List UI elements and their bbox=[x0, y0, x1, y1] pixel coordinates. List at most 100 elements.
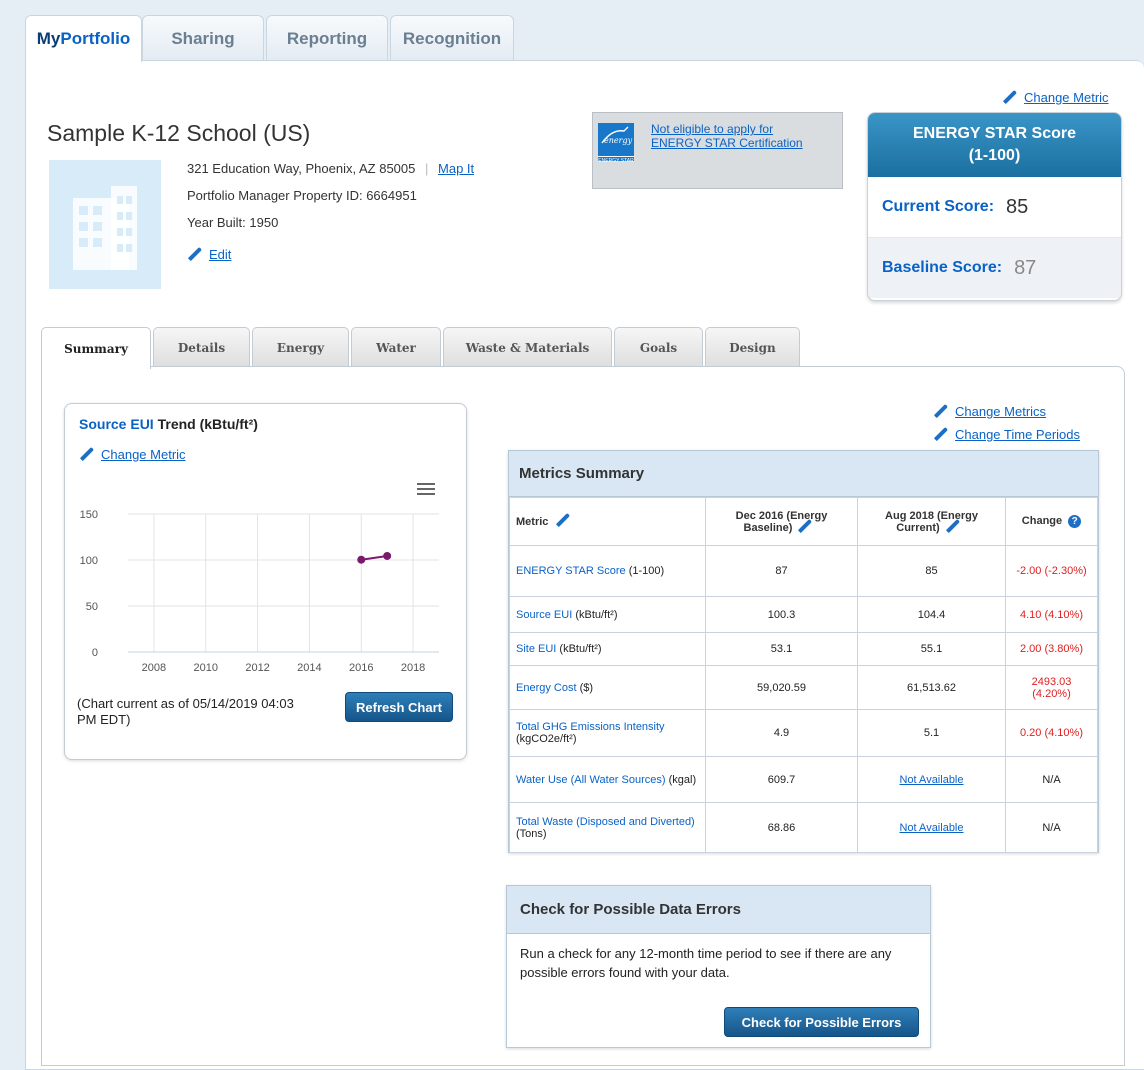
tab-details[interactable]: Details bbox=[153, 327, 250, 367]
pencil-icon bbox=[79, 446, 95, 461]
current-value: 5.1 bbox=[857, 709, 1006, 757]
source-eui-chart-card: Source EUI Trend (kBtu/ft²) Change Metri… bbox=[64, 403, 467, 760]
change-metric-link-top[interactable]: Change Metric bbox=[1002, 89, 1109, 105]
chart-menu-icon[interactable] bbox=[417, 480, 435, 498]
change-value: N/A bbox=[1005, 756, 1098, 803]
year-built: Year Built: 1950 bbox=[187, 215, 279, 230]
tab-energy[interactable]: Energy bbox=[252, 327, 349, 367]
chart-change-metric-text[interactable]: Change Metric bbox=[101, 447, 186, 462]
metric-link[interactable]: Site EUI bbox=[516, 643, 556, 655]
chart-change-metric-link[interactable]: Change Metric bbox=[79, 446, 186, 462]
pencil-icon bbox=[933, 426, 949, 441]
data-point bbox=[383, 551, 392, 560]
score-title-line2: (1-100) bbox=[968, 147, 1021, 164]
change-time-periods-text[interactable]: Change Time Periods bbox=[955, 427, 1080, 442]
change-metrics-link[interactable]: Change Metrics bbox=[933, 403, 1046, 419]
score-box-header: ENERGY STAR Score (1-100) bbox=[868, 113, 1121, 177]
current-score-value: 85 bbox=[1006, 195, 1029, 218]
table-row: Water Use (All Water Sources) (kgal) 609… bbox=[509, 756, 1098, 803]
x-tick-label: 2014 bbox=[297, 662, 321, 674]
baseline-value: 4.9 bbox=[705, 709, 858, 757]
not-available-link[interactable]: Not Available bbox=[899, 822, 963, 834]
tab-details-label: Details bbox=[177, 340, 226, 355]
current-value: 61,513.62 bbox=[857, 665, 1006, 710]
metric-cell: Energy Cost ($) bbox=[509, 665, 706, 710]
baseline-value: 609.7 bbox=[705, 756, 858, 803]
tab-sharing[interactable]: Sharing bbox=[142, 15, 264, 61]
chart-title-link[interactable]: Source EUI bbox=[79, 416, 154, 432]
change-metric-text[interactable]: Change Metric bbox=[1024, 90, 1109, 105]
tab-myportfolio[interactable]: My Portfolio bbox=[25, 15, 142, 62]
edit-text[interactable]: Edit bbox=[209, 247, 231, 262]
baseline-value: 68.86 bbox=[705, 802, 858, 853]
metric-link[interactable]: Total Waste (Disposed and Diverted) bbox=[516, 816, 695, 828]
metric-cell: ENERGY STAR Score (1-100) bbox=[509, 545, 706, 597]
change-metrics-text[interactable]: Change Metrics bbox=[955, 404, 1046, 419]
refresh-chart-button[interactable]: Refresh Chart bbox=[345, 692, 453, 722]
change-column-header: Change ? bbox=[1005, 497, 1098, 546]
metric-link[interactable]: Source EUI bbox=[516, 609, 572, 621]
baseline-value: 87 bbox=[705, 545, 858, 597]
metric-unit: (kgal) bbox=[668, 773, 697, 786]
tab-summary[interactable]: Summary bbox=[41, 327, 151, 369]
energy-star-score-box: ENERGY STAR Score (1-100) Current Score:… bbox=[867, 112, 1122, 301]
pencil-icon[interactable] bbox=[556, 512, 571, 527]
metric-cell: Total GHG Emissions Intensity (kgCO2e/ft… bbox=[509, 709, 706, 757]
tab-myportfolio-suffix: Portfolio bbox=[60, 29, 131, 48]
tab-waste-materials[interactable]: Waste & Materials bbox=[443, 327, 612, 367]
change-value: 2493.03 (4.20%) bbox=[1005, 665, 1098, 710]
edit-link[interactable]: Edit bbox=[187, 246, 231, 262]
property-address-row: 321 Education Way, Phoenix, AZ 85005 | M… bbox=[187, 161, 474, 176]
score-title-line1: ENERGY STAR Score bbox=[912, 125, 1076, 142]
not-available-link[interactable]: Not Available bbox=[899, 774, 963, 786]
x-tick-label: 2012 bbox=[245, 662, 269, 674]
pencil-icon bbox=[1002, 89, 1018, 104]
metric-cell: Water Use (All Water Sources) (kgal) bbox=[509, 756, 706, 803]
metric-unit: ($) bbox=[579, 681, 594, 694]
current-header-label: Aug 2018 (Energy Current) bbox=[885, 509, 978, 534]
metric-link[interactable]: Water Use (All Water Sources) bbox=[516, 774, 666, 786]
y-tick-label: 0 bbox=[92, 647, 98, 659]
y-tick-label: 100 bbox=[80, 555, 98, 567]
current-value-cell: Not Available bbox=[857, 756, 1006, 803]
metrics-summary-title: Metrics Summary bbox=[509, 451, 1098, 497]
table-row: Site EUI (kBtu/ft²) 53.1 55.1 2.00 (3.80… bbox=[509, 632, 1098, 666]
baseline-column-header: Dec 2016 (Energy Baseline) bbox=[705, 497, 858, 546]
tab-water[interactable]: Water bbox=[351, 327, 441, 367]
tab-design[interactable]: Design bbox=[705, 327, 800, 367]
data-errors-card: Check for Possible Data Errors Run a che… bbox=[506, 885, 931, 1048]
separator: | bbox=[425, 161, 429, 176]
chart-title: Source EUI Trend (kBtu/ft²) bbox=[79, 416, 258, 432]
x-tick-label: 2018 bbox=[401, 662, 425, 674]
tab-reporting[interactable]: Reporting bbox=[266, 15, 388, 61]
metric-cell: Source EUI (kBtu/ft²) bbox=[509, 596, 706, 633]
data-errors-text: Run a check for any 12-month time period… bbox=[520, 946, 892, 980]
metric-link[interactable]: ENERGY STAR Score bbox=[516, 565, 626, 577]
source-eui-chart: 0 50 100 150 2008 2010 2012 2014 2016 2018 bbox=[80, 509, 439, 674]
map-it-link[interactable]: Map It bbox=[438, 161, 474, 176]
tab-energy-label: Energy bbox=[276, 340, 325, 355]
metric-link[interactable]: Energy Cost bbox=[516, 682, 577, 694]
baseline-header-label: Dec 2016 (Energy Baseline) bbox=[735, 509, 828, 534]
metric-unit: (Tons) bbox=[516, 827, 547, 840]
certification-link[interactable]: Not eligible to apply for ENERGY STAR Ce… bbox=[651, 122, 826, 150]
building-icon bbox=[49, 160, 161, 289]
property-address: 321 Education Way, Phoenix, AZ 85005 bbox=[187, 161, 416, 176]
metric-link[interactable]: Total GHG Emissions Intensity bbox=[516, 721, 665, 733]
data-errors-title: Check for Possible Data Errors bbox=[507, 886, 930, 934]
tab-goals[interactable]: Goals bbox=[614, 327, 703, 367]
baseline-value: 100.3 bbox=[705, 596, 858, 633]
table-row: ENERGY STAR Score (1-100) 87 85 -2.00 (-… bbox=[509, 545, 1098, 597]
x-tick-label: 2010 bbox=[194, 662, 218, 674]
y-tick-label: 150 bbox=[80, 509, 98, 521]
change-value: 0.20 (4.10%) bbox=[1005, 709, 1098, 757]
change-time-periods-link[interactable]: Change Time Periods bbox=[933, 426, 1080, 442]
tab-recognition[interactable]: Recognition bbox=[390, 15, 514, 61]
energy-star-logo-text: ENERGY STAR bbox=[598, 156, 634, 164]
pencil-icon bbox=[187, 246, 203, 261]
metric-unit: (kgCO2e/ft²) bbox=[516, 733, 577, 745]
help-icon[interactable]: ? bbox=[1068, 515, 1082, 528]
check-possible-errors-button[interactable]: Check for Possible Errors bbox=[724, 1007, 919, 1037]
current-value: 55.1 bbox=[857, 632, 1006, 666]
current-column-header: Aug 2018 (Energy Current) bbox=[857, 497, 1006, 546]
